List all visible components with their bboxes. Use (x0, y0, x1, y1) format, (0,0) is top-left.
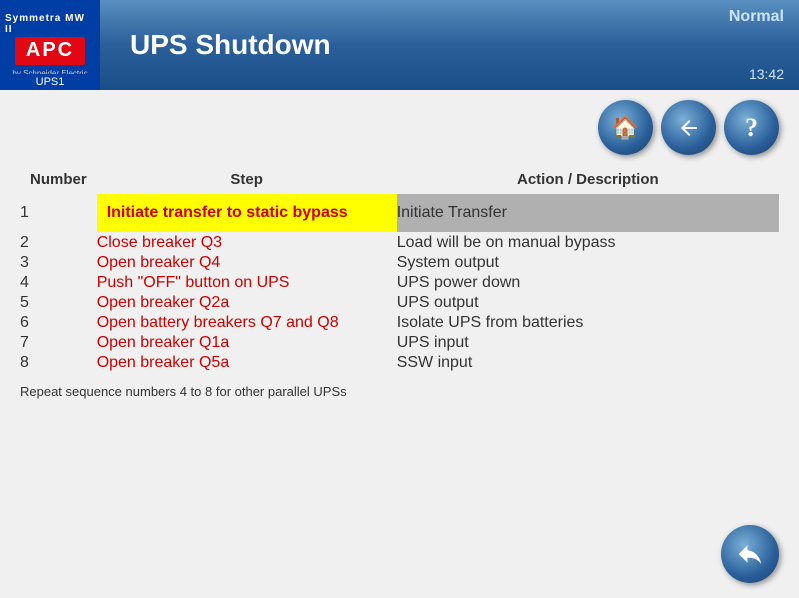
apc-logo: Symmetra MW II APC by Schneider Electric (5, 13, 95, 78)
row-step: Push "OFF" button on UPS (97, 274, 397, 292)
row-step[interactable]: Initiate transfer to static bypass (97, 194, 397, 232)
table-row: 2Close breaker Q3Load will be on manual … (20, 234, 779, 252)
status-indicator: Normal (729, 8, 784, 26)
title-area: UPS Shutdown Normal 13:42 (100, 0, 799, 90)
time-display: 13:42 (749, 66, 784, 82)
content-area: Number Step Action / Description 1Initia… (0, 165, 799, 374)
row-action: SSW input (397, 354, 779, 372)
table-row: 7Open breaker Q1aUPS input (20, 334, 779, 352)
table-row: 4Push "OFF" button on UPSUPS power down (20, 274, 779, 292)
row-number: 4 (20, 274, 97, 292)
nav-toolbar: 🏠 ? (0, 90, 799, 165)
help-button[interactable]: ? (724, 100, 779, 155)
page-title: UPS Shutdown (130, 29, 331, 61)
footer-note: Repeat sequence numbers 4 to 8 for other… (0, 374, 799, 409)
row-action: Load will be on manual bypass (397, 234, 779, 252)
row-step: Open breaker Q2a (97, 294, 397, 312)
back-button[interactable] (661, 100, 716, 155)
procedure-table: Number Step Action / Description 1Initia… (20, 165, 779, 374)
header: Symmetra MW II APC by Schneider Electric… (0, 0, 799, 90)
logo-top-text: Symmetra MW II (5, 13, 95, 35)
row-action[interactable]: Initiate Transfer (397, 194, 779, 232)
col-step: Step (97, 167, 397, 192)
col-number: Number (20, 167, 97, 192)
exit-icon[interactable] (721, 525, 779, 583)
table-row: 8Open breaker Q5aSSW input (20, 354, 779, 372)
row-number: 7 (20, 334, 97, 352)
ups-id-label: UPS1 (0, 74, 100, 90)
apc-main-text: APC (26, 39, 74, 62)
row-step: Open breaker Q4 (97, 254, 397, 272)
row-number: 5 (20, 294, 97, 312)
home-button[interactable]: 🏠 (598, 100, 653, 155)
row-step: Open battery breakers Q7 and Q8 (97, 314, 397, 332)
table-row: 6Open battery breakers Q7 and Q8Isolate … (20, 314, 779, 332)
logo-area: Symmetra MW II APC by Schneider Electric… (0, 0, 100, 90)
row-action: UPS output (397, 294, 779, 312)
table-row[interactable]: 1Initiate transfer to static bypassIniti… (20, 194, 779, 232)
row-step: Open breaker Q1a (97, 334, 397, 352)
table-row: 5Open breaker Q2aUPS output (20, 294, 779, 312)
row-action: System output (397, 254, 779, 272)
table-row: 3Open breaker Q4System output (20, 254, 779, 272)
row-action: UPS power down (397, 274, 779, 292)
row-number: 1 (20, 194, 97, 232)
apc-logo-box: APC (15, 37, 85, 65)
row-step: Open breaker Q5a (97, 354, 397, 372)
row-number: 2 (20, 234, 97, 252)
row-step: Close breaker Q3 (97, 234, 397, 252)
col-action: Action / Description (397, 167, 779, 192)
row-action: UPS input (397, 334, 779, 352)
row-number: 8 (20, 354, 97, 372)
row-action: Isolate UPS from batteries (397, 314, 779, 332)
row-number: 3 (20, 254, 97, 272)
row-number: 6 (20, 314, 97, 332)
table-header: Number Step Action / Description (20, 167, 779, 192)
